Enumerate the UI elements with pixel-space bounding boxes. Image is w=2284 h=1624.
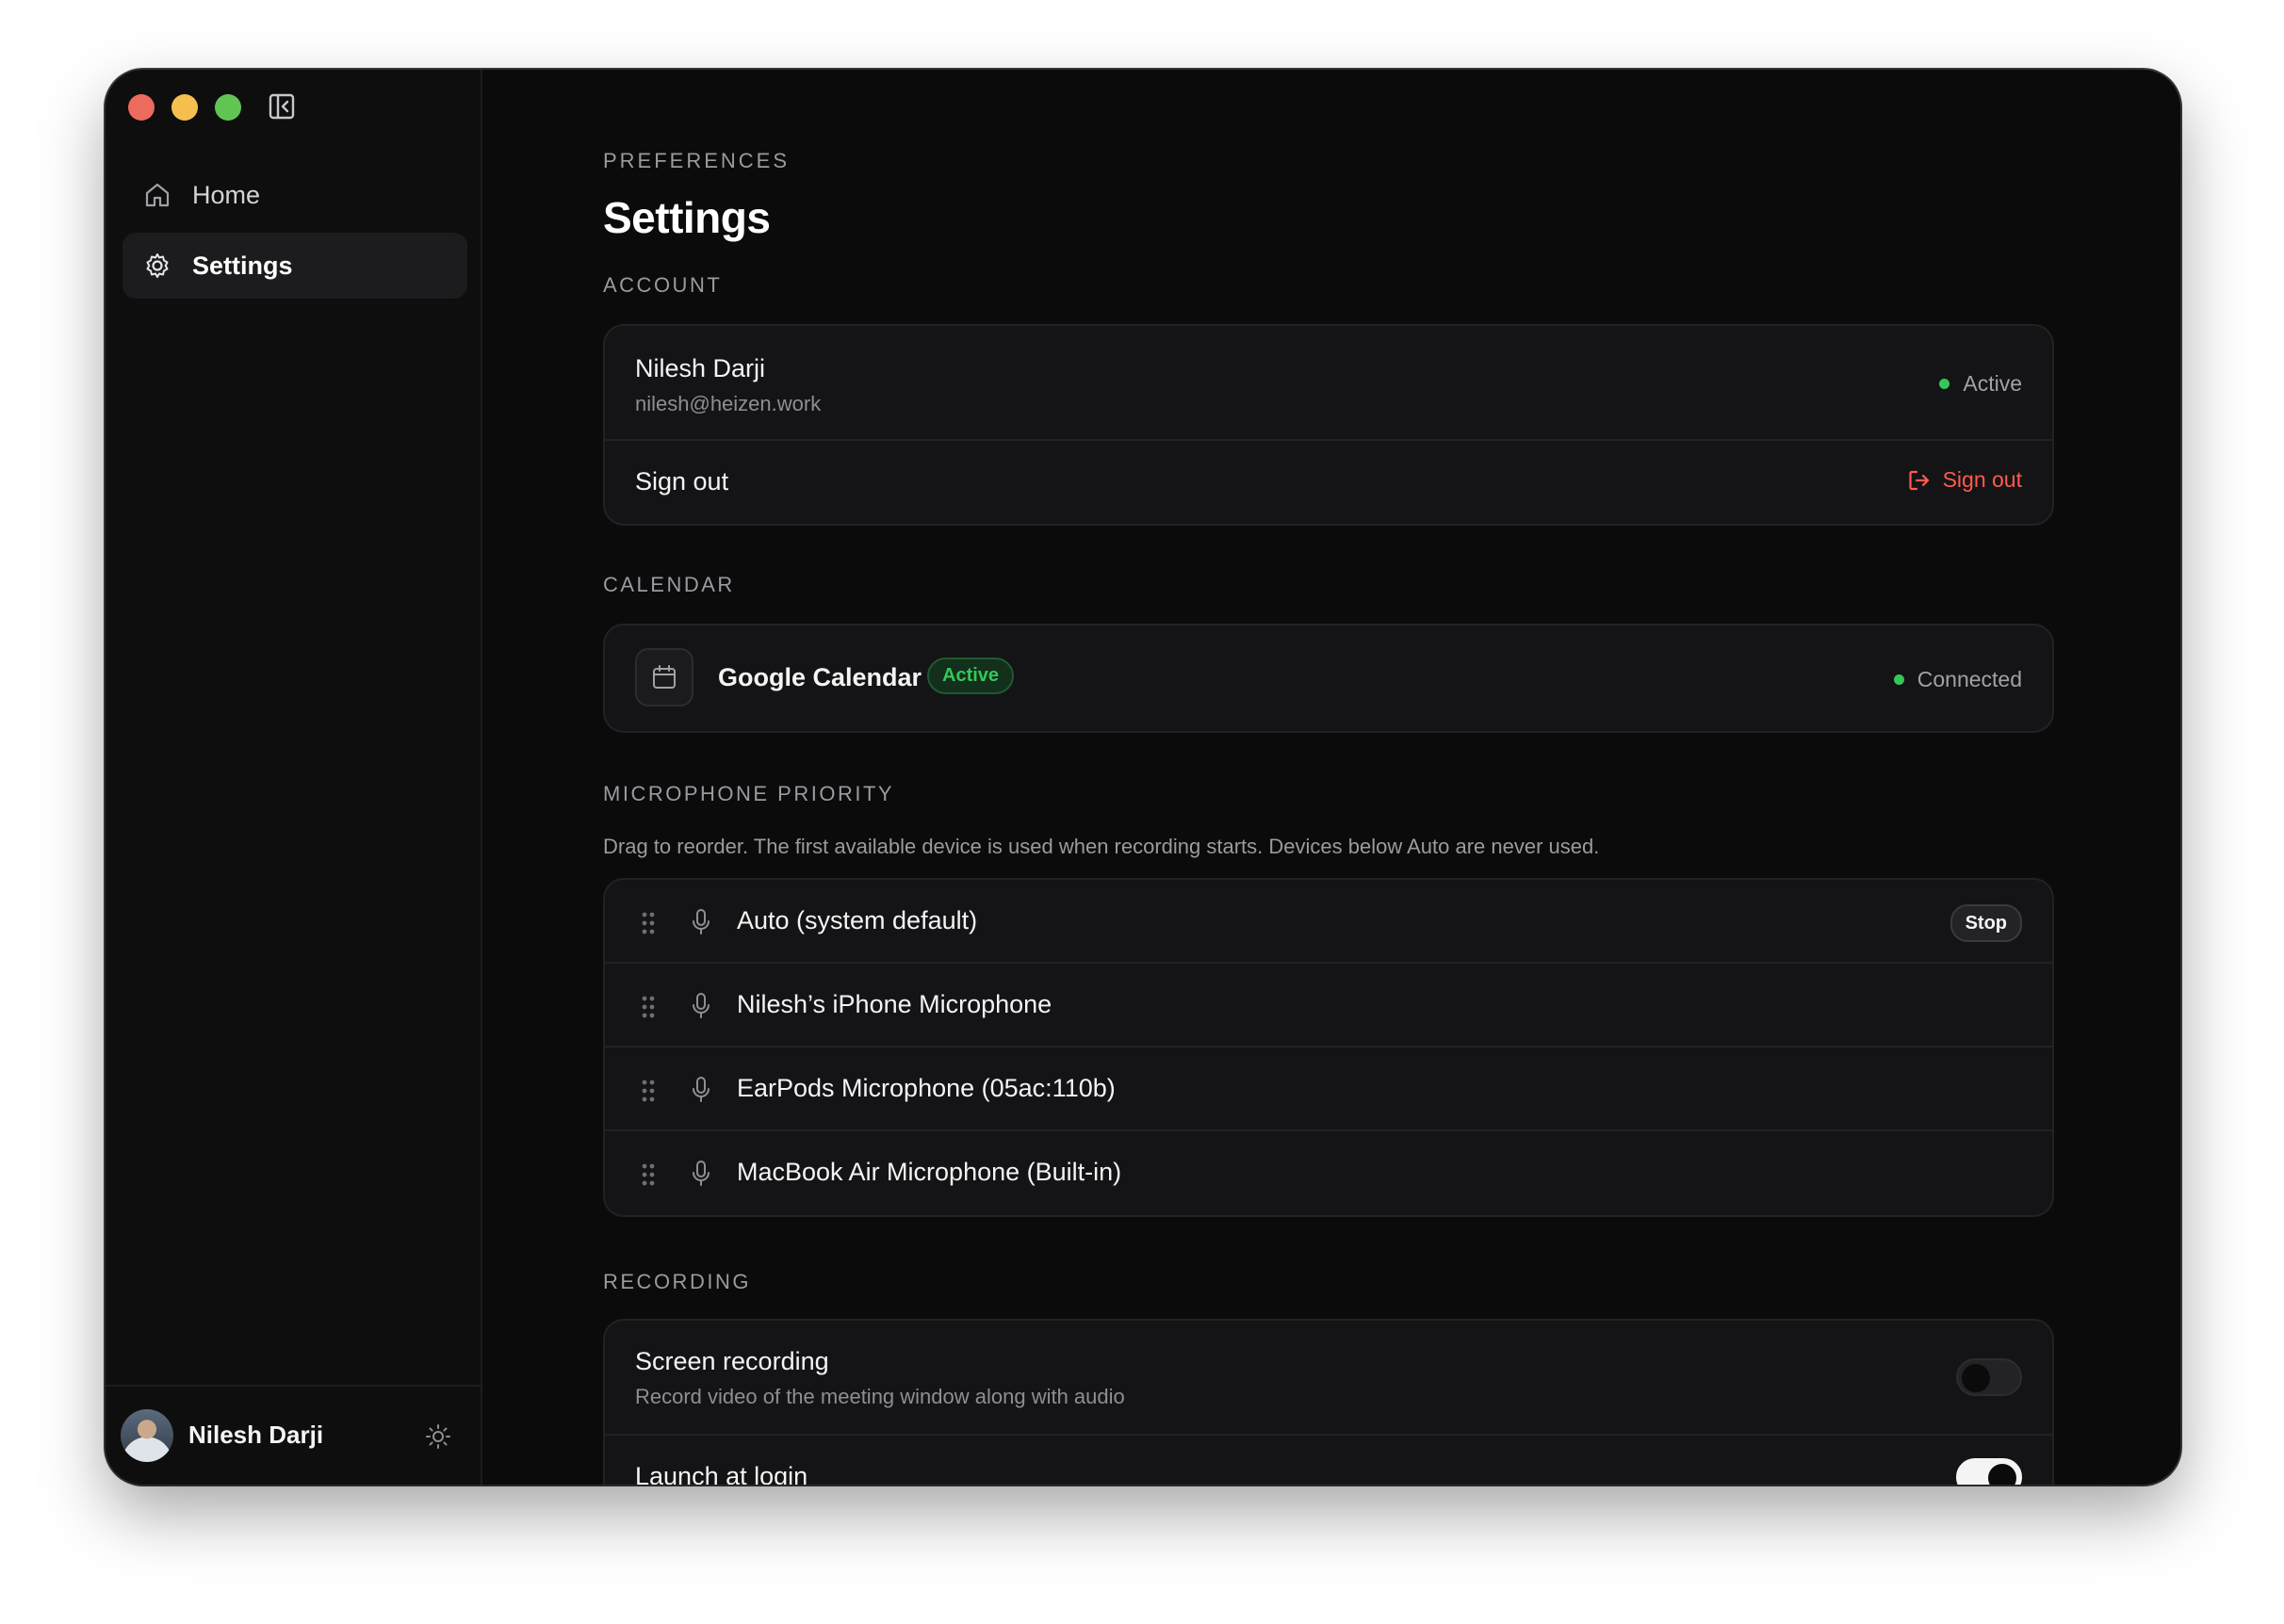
list-item[interactable]: EarPods Microphone (05ac:110b)	[605, 1047, 2052, 1131]
list-item[interactable]: Nilesh’s iPhone Microphone	[605, 964, 2052, 1047]
list-item[interactable]: Auto (system default) Stop	[605, 880, 2052, 964]
page-eyebrow: PREFERENCES	[603, 149, 791, 172]
drag-handle-icon[interactable]	[641, 1162, 656, 1187]
account-status: Active	[1939, 371, 2022, 397]
microphone-icon	[693, 909, 710, 934]
status-badge: Active	[927, 658, 1015, 694]
sidebar-footer: Nilesh Darji	[106, 1385, 481, 1485]
app-window: Home Settings Nilesh Darji PREFERENCES S…	[106, 70, 2180, 1485]
account-status-text: Active	[1963, 371, 2022, 396]
zoom-window-button[interactable]	[215, 94, 241, 121]
device-label: Auto (system default)	[737, 906, 978, 934]
section-label-recording: RECORDING	[603, 1270, 751, 1293]
device-label: EarPods Microphone (05ac:110b)	[737, 1074, 1116, 1102]
microphone-icon	[693, 1077, 710, 1102]
account-row: Nilesh Darji nilesh@heizen.work Active	[605, 326, 2052, 441]
status-dot	[1939, 379, 1950, 389]
drag-handle-icon[interactable]	[641, 1079, 656, 1103]
section-label-account: ACCOUNT	[603, 273, 723, 297]
sidebar-item-home[interactable]: Home	[122, 162, 467, 228]
microphone-icon	[693, 1161, 710, 1186]
signout-row: Sign out Sign out	[605, 441, 2052, 524]
sign-out-icon	[1908, 470, 1929, 490]
recording-card: Screen recording Record video of the mee…	[603, 1319, 2054, 1485]
main-content: PREFERENCES Settings ACCOUNT Nilesh Darj…	[482, 70, 2180, 1485]
google-calendar-row: Google Calendar Active Connected	[605, 625, 2052, 731]
minimize-window-button[interactable]	[171, 94, 198, 121]
account-email: nilesh@heizen.work	[635, 392, 822, 415]
screen-recording-toggle[interactable]	[1956, 1358, 2022, 1396]
sun-icon[interactable]	[424, 1422, 452, 1451]
stop-button[interactable]: Stop	[1950, 904, 2022, 942]
signout-row-label: Sign out	[635, 467, 729, 495]
drag-handle-icon[interactable]	[641, 911, 656, 935]
home-icon	[145, 183, 170, 207]
account-name: Nilesh Darji	[635, 354, 766, 382]
sidebar: Home Settings Nilesh Darji	[106, 70, 482, 1485]
device-label: Nilesh’s iPhone Microphone	[737, 990, 1052, 1018]
user-name: Nilesh Darji	[188, 1421, 324, 1449]
screen-recording-title: Screen recording	[635, 1347, 829, 1375]
calendar-icon	[635, 648, 693, 706]
microphone-list: Auto (system default) Stop Nilesh’s iPho…	[603, 878, 2054, 1217]
page-title: Settings	[603, 193, 771, 242]
calendar-status-text: Connected	[1917, 667, 2022, 691]
calendar-name: Google Calendar	[718, 663, 922, 691]
status-dot	[1893, 674, 1904, 685]
microphone-icon	[693, 993, 710, 1018]
sign-out-button[interactable]: Sign out	[1907, 467, 2022, 493]
launch-at-login-toggle[interactable]	[1956, 1458, 2022, 1485]
toggle-knob	[1988, 1464, 2016, 1485]
launch-at-login-title: Launch at login	[635, 1462, 808, 1485]
screen-recording-subtitle: Record video of the meeting window along…	[635, 1385, 1125, 1408]
sidebar-item-label: Home	[192, 180, 261, 209]
list-item[interactable]: MacBook Air Microphone (Built-in)	[605, 1131, 2052, 1215]
sidebar-toggle-icon[interactable]	[268, 92, 296, 121]
section-label-microphone: MICROPHONE PRIORITY	[603, 782, 895, 805]
avatar[interactable]	[121, 1409, 173, 1462]
section-label-calendar: CALENDAR	[603, 573, 735, 596]
screen-recording-row: Screen recording Record video of the mee…	[605, 1321, 2052, 1436]
sidebar-item-settings[interactable]: Settings	[122, 233, 467, 299]
gear-icon	[146, 253, 169, 278]
toggle-knob	[1962, 1364, 1990, 1392]
launch-at-login-row: Launch at login	[605, 1436, 2052, 1485]
device-label: MacBook Air Microphone (Built-in)	[737, 1158, 1122, 1186]
calendar-status: Connected	[1893, 667, 2022, 692]
sign-out-label: Sign out	[1942, 467, 2022, 492]
drag-handle-icon[interactable]	[641, 995, 656, 1019]
calendar-card: Google Calendar Active Connected	[603, 624, 2054, 733]
account-card: Nilesh Darji nilesh@heizen.work Active S…	[603, 324, 2054, 526]
close-window-button[interactable]	[128, 94, 155, 121]
microphone-description: Drag to reorder. The first available dev…	[603, 835, 1600, 858]
sidebar-item-label: Settings	[192, 251, 293, 280]
